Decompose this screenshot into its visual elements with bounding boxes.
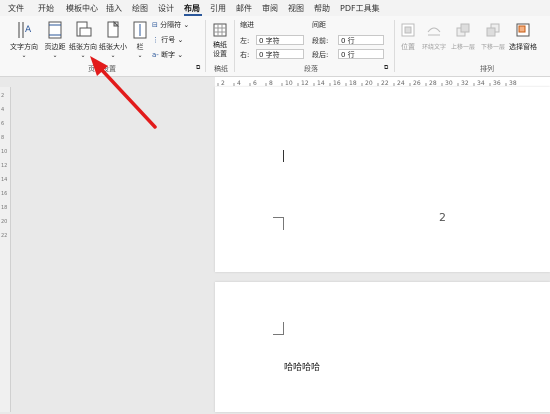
annotation-arrow-line	[98, 66, 157, 129]
annotation-arrow-overlay	[90, 56, 157, 129]
